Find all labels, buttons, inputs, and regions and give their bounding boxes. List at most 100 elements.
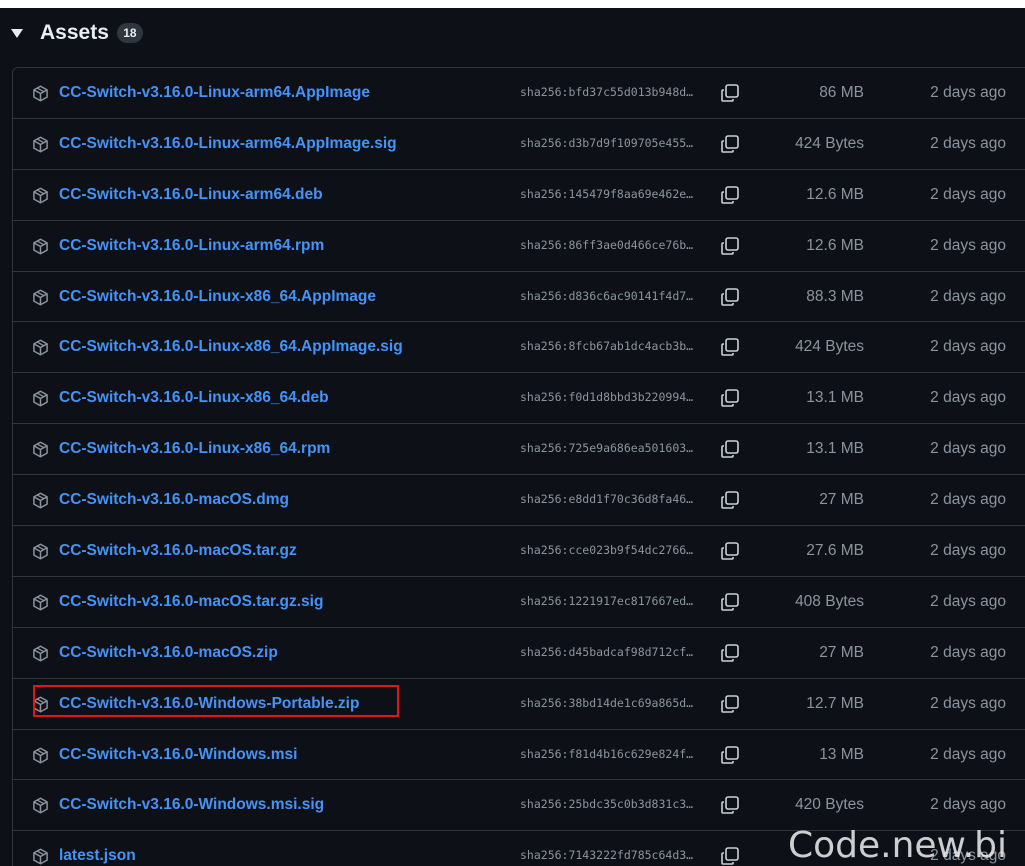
- asset-download-link[interactable]: CC-Switch-v3.16.0-Linux-arm64.deb: [59, 186, 323, 204]
- asset-size: 420 Bytes: [795, 796, 864, 814]
- asset-row: latest.json sha256:7143222fd785c64d3… 2 …: [13, 831, 1025, 866]
- copy-icon[interactable]: [719, 82, 741, 104]
- asset-sha256: sha256:25bdc35c0b3d831c3…: [520, 797, 694, 812]
- asset-sha256: sha256:725e9a686ea501603…: [520, 441, 694, 456]
- copy-icon[interactable]: [719, 184, 741, 206]
- asset-size: 12.6 MB: [806, 236, 864, 254]
- asset-download-link[interactable]: CC-Switch-v3.16.0-Linux-x86_64.AppImage: [59, 288, 376, 306]
- asset-size: 88.3 MB: [806, 287, 864, 305]
- asset-row: CC-Switch-v3.16.0-Linux-x86_64.AppImage.…: [13, 322, 1025, 374]
- package-icon: [33, 441, 48, 458]
- asset-date: 2 days ago: [930, 134, 1006, 152]
- copy-icon[interactable]: [719, 489, 741, 511]
- package-icon: [33, 238, 48, 255]
- asset-row: CC-Switch-v3.16.0-Windows.msi sha256:f81…: [13, 730, 1025, 781]
- asset-sha256: sha256:d3b7d9f109705e455…: [520, 135, 694, 150]
- asset-date: 2 days ago: [930, 185, 1006, 203]
- asset-sha256: sha256:1221917ec817667ed…: [520, 593, 694, 608]
- asset-download-link[interactable]: latest.json: [59, 847, 136, 865]
- copy-icon[interactable]: [719, 133, 741, 155]
- package-icon: [33, 289, 48, 306]
- package-icon: [33, 645, 48, 662]
- copy-icon[interactable]: [719, 438, 741, 460]
- asset-sha256: sha256:f0d1d8bbd3b220994…: [520, 390, 694, 405]
- asset-download-link[interactable]: CC-Switch-v3.16.0-macOS.tar.gz.sig: [59, 593, 323, 611]
- assets-title: Assets: [40, 21, 109, 44]
- package-icon: [33, 187, 48, 204]
- asset-date: 2 days ago: [930, 338, 1006, 356]
- asset-sha256: sha256:d45badcaf98d712cf…: [520, 644, 694, 659]
- asset-date: 2 days ago: [930, 796, 1006, 814]
- asset-download-link[interactable]: CC-Switch-v3.16.0-Windows.msi.sig: [59, 796, 324, 814]
- package-icon: [33, 390, 48, 407]
- asset-download-link[interactable]: CC-Switch-v3.16.0-Linux-arm64.rpm: [59, 237, 324, 255]
- assets-list: CC-Switch-v3.16.0-Linux-arm64.AppImage s…: [12, 67, 1025, 866]
- asset-download-link[interactable]: CC-Switch-v3.16.0-Linux-x86_64.AppImage.…: [59, 338, 403, 356]
- assets-toggle[interactable]: Assets 18: [8, 16, 143, 50]
- asset-download-link[interactable]: CC-Switch-v3.16.0-macOS.dmg: [59, 491, 289, 509]
- asset-size: 13 MB: [819, 745, 864, 763]
- package-icon: [33, 339, 48, 356]
- asset-download-link[interactable]: CC-Switch-v3.16.0-Linux-x86_64.rpm: [59, 440, 330, 458]
- asset-row: CC-Switch-v3.16.0-Linux-x86_64.rpm sha25…: [13, 424, 1025, 476]
- asset-date: 2 days ago: [930, 84, 1006, 101]
- asset-row: CC-Switch-v3.16.0-macOS.tar.gz sha256:cc…: [13, 526, 1025, 577]
- asset-size: 27 MB: [819, 643, 864, 661]
- asset-sha256: sha256:e8dd1f70c36d8fa46…: [520, 492, 694, 507]
- asset-download-link[interactable]: CC-Switch-v3.16.0-Windows.msi: [59, 746, 297, 764]
- copy-icon[interactable]: [719, 794, 741, 816]
- asset-row: CC-Switch-v3.16.0-macOS.zip sha256:d45ba…: [13, 628, 1025, 679]
- asset-download-link[interactable]: CC-Switch-v3.16.0-Windows-Portable.zip: [59, 695, 359, 713]
- copy-icon[interactable]: [719, 336, 741, 358]
- copy-icon[interactable]: [719, 744, 741, 766]
- asset-row: CC-Switch-v3.16.0-Linux-arm64.AppImage.s…: [13, 119, 1025, 170]
- asset-sha256: sha256:8fcb67ab1dc4acb3b…: [520, 339, 694, 354]
- asset-date: 2 days ago: [930, 643, 1006, 661]
- package-icon: [33, 696, 48, 713]
- page: Assets 18 CC-Switch-v3.16.0-Linux-arm64.…: [0, 0, 1025, 866]
- asset-row: CC-Switch-v3.16.0-Windows.msi.sig sha256…: [13, 780, 1025, 832]
- asset-download-link[interactable]: CC-Switch-v3.16.0-Linux-x86_64.deb: [59, 389, 329, 407]
- asset-size: 27 MB: [819, 491, 864, 509]
- asset-date: 2 days ago: [930, 542, 1006, 560]
- copy-icon[interactable]: [719, 235, 741, 257]
- asset-download-link[interactable]: CC-Switch-v3.16.0-Linux-arm64.AppImage: [59, 84, 370, 102]
- asset-sha256: sha256:cce023b9f54dc2766…: [520, 543, 694, 558]
- asset-row: CC-Switch-v3.16.0-Linux-x86_64.AppImage …: [13, 272, 1025, 323]
- asset-sha256: sha256:38bd14de1c69a865d…: [520, 695, 694, 710]
- copy-icon[interactable]: [719, 286, 741, 308]
- asset-size: 12.6 MB: [806, 185, 864, 203]
- asset-row: CC-Switch-v3.16.0-Linux-arm64.AppImage s…: [13, 68, 1025, 119]
- copy-icon[interactable]: [719, 845, 741, 866]
- asset-size: 12.7 MB: [806, 694, 864, 712]
- asset-row: CC-Switch-v3.16.0-Linux-arm64.deb sha256…: [13, 170, 1025, 221]
- asset-date: 2 days ago: [930, 694, 1006, 712]
- package-icon: [33, 848, 48, 865]
- asset-date: 2 days ago: [930, 847, 1006, 865]
- asset-size: 13.1 MB: [806, 389, 864, 407]
- package-icon: [33, 492, 48, 509]
- copy-icon[interactable]: [719, 591, 741, 613]
- package-icon: [33, 85, 48, 102]
- asset-row: CC-Switch-v3.16.0-macOS.tar.gz.sig sha25…: [13, 577, 1025, 628]
- asset-date: 2 days ago: [930, 236, 1006, 254]
- asset-date: 2 days ago: [930, 440, 1006, 458]
- asset-download-link[interactable]: CC-Switch-v3.16.0-Linux-arm64.AppImage.s…: [59, 135, 397, 153]
- package-icon: [33, 798, 48, 814]
- assets-count-badge: 18: [116, 23, 143, 43]
- asset-date: 2 days ago: [930, 491, 1006, 509]
- asset-sha256: sha256:f81d4b16c629e824f…: [520, 746, 694, 761]
- asset-date: 2 days ago: [930, 287, 1006, 305]
- asset-download-link[interactable]: CC-Switch-v3.16.0-macOS.zip: [59, 644, 278, 662]
- asset-size: 424 Bytes: [795, 134, 864, 152]
- copy-icon[interactable]: [719, 642, 741, 664]
- asset-sha256: sha256:145479f8aa69e462e…: [520, 186, 694, 201]
- asset-download-link[interactable]: CC-Switch-v3.16.0-macOS.tar.gz: [59, 542, 297, 560]
- copy-icon[interactable]: [719, 387, 741, 409]
- asset-date: 2 days ago: [930, 745, 1006, 763]
- package-icon: [33, 136, 48, 153]
- copy-icon[interactable]: [719, 540, 741, 562]
- asset-sha256: sha256:bfd37c55d013b948d…: [520, 85, 694, 99]
- copy-icon[interactable]: [719, 693, 741, 715]
- asset-size: 13.1 MB: [806, 440, 864, 458]
